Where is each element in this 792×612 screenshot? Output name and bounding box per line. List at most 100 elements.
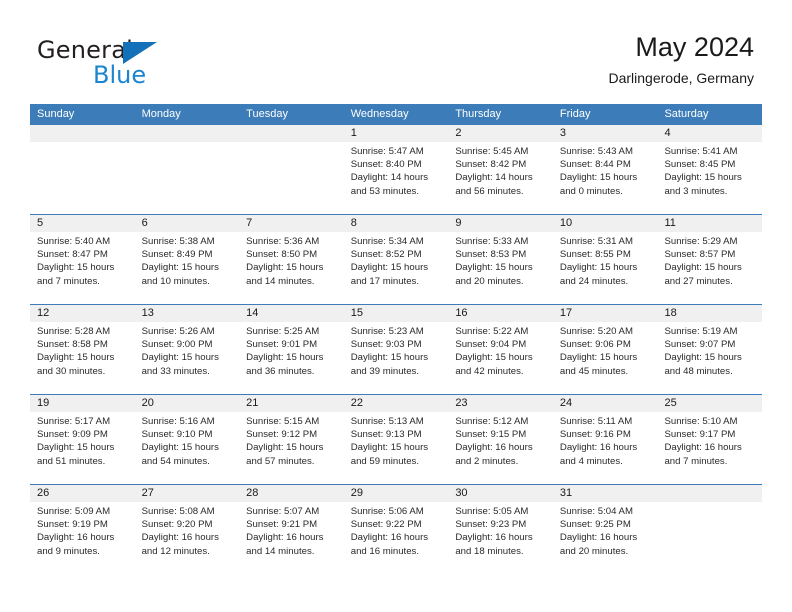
sunset-text: Sunset: 9:16 PM: [559, 429, 631, 441]
day-number[interactable]: 3: [553, 125, 658, 142]
day-cell[interactable]: Sunrise: 5:34 AM Sunset: 8:52 PM Daylight:…: [344, 232, 449, 304]
sunrise-text: Sunrise: 5:15 AM: [246, 416, 320, 427]
day-number[interactable]: 5: [30, 215, 135, 232]
day-number[interactable]: 25: [657, 395, 762, 412]
day-cell[interactable]: Sunrise: 5:41 AM Sunset: 8:45 PM Daylight:…: [657, 142, 762, 214]
day-cell[interactable]: Sunrise: 5:26 AM Sunset: 9:00 PM Daylight:…: [135, 322, 240, 394]
day-number[interactable]: 2: [448, 125, 553, 142]
sunrise-text: Sunrise: 5:17 AM: [37, 416, 111, 427]
day-number-empty: [239, 125, 344, 142]
day-number[interactable]: 13: [135, 305, 240, 322]
daylight-text: Daylight: 15 hours: [141, 442, 219, 454]
day-number[interactable]: 9: [448, 215, 553, 232]
day-cell[interactable]: Sunrise: 5:05 AM Sunset: 9:23 PM Daylight:…: [448, 502, 553, 574]
sunset-text: Sunset: 9:06 PM: [559, 339, 631, 351]
daylight-text: Daylight: 15 hours: [246, 352, 324, 364]
daylight-text: Daylight: 14 hours: [455, 172, 533, 184]
day-number[interactable]: 30: [448, 485, 553, 502]
day-cell[interactable]: Sunrise: 5:17 AM Sunset: 9:09 PM Daylight:…: [30, 412, 135, 484]
weekday-header-friday: Friday: [559, 108, 591, 120]
day-cell[interactable]: Sunrise: 5:22 AM Sunset: 9:04 PM Daylight:…: [448, 322, 553, 394]
day-cell[interactable]: Sunrise: 5:06 AM Sunset: 9:22 PM Daylight:…: [344, 502, 449, 574]
day-cell[interactable]: Sunrise: 5:45 AM Sunset: 8:42 PM Daylight:…: [448, 142, 553, 214]
sunset-text: Sunset: 8:49 PM: [141, 249, 213, 261]
day-number[interactable]: 23: [448, 395, 553, 412]
day-cell[interactable]: Sunrise: 5:20 AM Sunset: 9:06 PM Daylight:…: [553, 322, 658, 394]
day-cell[interactable]: Sunrise: 5:15 AM Sunset: 9:12 PM Daylight:…: [239, 412, 344, 484]
day-number[interactable]: 7: [239, 215, 344, 232]
day-number[interactable]: 12: [30, 305, 135, 322]
day-number[interactable]: 24: [553, 395, 658, 412]
day-number[interactable]: 14: [239, 305, 344, 322]
day-number[interactable]: 10: [553, 215, 658, 232]
calendar-week-row: 1 2 3 4 Sunrise: 5:47 AM Sunset: 8:40 PM Dayli…: [30, 125, 762, 214]
sunset-text: Sunset: 8:40 PM: [350, 159, 422, 171]
daylight-text-cont: and 51 minutes.: [37, 455, 106, 467]
daylight-text: Daylight: 15 hours: [141, 262, 219, 274]
day-cell[interactable]: Sunrise: 5:28 AM Sunset: 8:58 PM Daylight:…: [30, 322, 135, 394]
sunset-text: Sunset: 8:47 PM: [37, 249, 108, 261]
logo-text-blue: Blue: [93, 61, 147, 89]
day-number[interactable]: 27: [135, 485, 240, 502]
day-cell[interactable]: Sunrise: 5:19 AM Sunset: 9:07 PM Daylight:…: [657, 322, 762, 394]
daylight-text: Daylight: 16 hours: [350, 532, 429, 544]
day-number[interactable]: 11: [657, 215, 762, 232]
sunset-text: Sunset: 9:01 PM: [246, 339, 318, 351]
day-number[interactable]: 8: [344, 215, 449, 232]
day-cell[interactable]: Sunrise: 5:40 AM Sunset: 8:47 PM Daylight:…: [30, 232, 135, 304]
day-cell[interactable]: Sunrise: 5:12 AM Sunset: 9:15 PM Daylight:…: [448, 412, 553, 484]
day-cell[interactable]: Sunrise: 5:23 AM Sunset: 9:03 PM Daylight:…: [344, 322, 449, 394]
day-cell[interactable]: Sunrise: 5:16 AM Sunset: 9:10 PM Daylight:…: [135, 412, 240, 484]
day-cell[interactable]: Sunrise: 5:10 AM Sunset: 9:17 PM Daylight:…: [657, 412, 762, 484]
calendar-week-row: 19 20 21 22 23 24 25 Sunrise: 5:17 AM Sunset: 9:…: [30, 394, 762, 484]
sunset-text: Sunset: 8:44 PM: [559, 159, 631, 171]
day-cell[interactable]: Sunrise: 5:09 AM Sunset: 9:19 PM Daylight:…: [30, 502, 135, 574]
daylight-text-cont: and 20 minutes.: [455, 275, 524, 287]
calendar-weeks: 1 2 3 4 Sunrise: 5:47 AM Sunset: 8:40 PM Dayli…: [30, 125, 762, 574]
daylight-text-cont: and 30 minutes.: [37, 365, 106, 377]
day-number[interactable]: 22: [344, 395, 449, 412]
daylight-text-cont: and 16 minutes.: [350, 545, 420, 557]
day-cell[interactable]: Sunrise: 5:38 AM Sunset: 8:49 PM Daylight:…: [135, 232, 240, 304]
day-number[interactable]: 26: [30, 485, 135, 502]
day-cell[interactable]: Sunrise: 5:11 AM Sunset: 9:16 PM Daylight:…: [553, 412, 658, 484]
day-number[interactable]: 31: [553, 485, 658, 502]
day-number[interactable]: 16: [448, 305, 553, 322]
daylight-text-cont: and 14 minutes.: [246, 275, 315, 287]
day-number[interactable]: 4: [657, 125, 762, 142]
day-cell[interactable]: Sunrise: 5:36 AM Sunset: 8:50 PM Daylight:…: [239, 232, 344, 304]
day-number[interactable]: 20: [135, 395, 240, 412]
general-blue-logo[interactable]: General Blue: [37, 36, 217, 89]
sunrise-text: Sunrise: 5:23 AM: [350, 326, 424, 337]
day-cell[interactable]: Sunrise: 5:43 AM Sunset: 8:44 PM Daylight:…: [553, 142, 658, 214]
day-number-band: 26 27 28 29 30 31: [30, 485, 762, 502]
sunrise-text: Sunrise: 5:22 AM: [455, 326, 529, 337]
day-number[interactable]: 18: [657, 305, 762, 322]
day-number[interactable]: 1: [344, 125, 449, 142]
day-cell[interactable]: Sunrise: 5:07 AM Sunset: 9:21 PM Daylight:…: [239, 502, 344, 574]
day-number[interactable]: 17: [553, 305, 658, 322]
day-cell[interactable]: Sunrise: 5:25 AM Sunset: 9:01 PM Daylight:…: [239, 322, 344, 394]
weekday-header-saturday: Saturday: [664, 108, 709, 120]
day-number[interactable]: 6: [135, 215, 240, 232]
sunrise-text: Sunrise: 5:36 AM: [246, 236, 320, 247]
day-cell[interactable]: Sunrise: 5:31 AM Sunset: 8:55 PM Daylight:…: [553, 232, 658, 304]
day-number[interactable]: 15: [344, 305, 449, 322]
day-number[interactable]: 29: [344, 485, 449, 502]
daylight-text: Daylight: 15 hours: [37, 352, 115, 364]
day-cell[interactable]: Sunrise: 5:04 AM Sunset: 9:25 PM Daylight:…: [553, 502, 658, 574]
day-cell[interactable]: Sunrise: 5:13 AM Sunset: 9:13 PM Daylight:…: [344, 412, 449, 484]
daylight-text-cont: and 27 minutes.: [664, 275, 733, 287]
sunrise-text: Sunrise: 5:47 AM: [350, 146, 424, 157]
day-number[interactable]: 19: [30, 395, 135, 412]
day-number[interactable]: 28: [239, 485, 344, 502]
daylight-text-cont: and 12 minutes.: [141, 545, 210, 557]
day-cell[interactable]: Sunrise: 5:08 AM Sunset: 9:20 PM Daylight:…: [135, 502, 240, 574]
sunset-text: Sunset: 9:23 PM: [455, 519, 527, 531]
day-cell-empty: [135, 142, 240, 214]
day-cell[interactable]: Sunrise: 5:47 AM Sunset: 8:40 PM Daylight:…: [344, 142, 449, 214]
day-cell[interactable]: Sunrise: 5:29 AM Sunset: 8:57 PM Daylight:…: [657, 232, 762, 304]
day-number[interactable]: 21: [239, 395, 344, 412]
day-cell[interactable]: Sunrise: 5:33 AM Sunset: 8:53 PM Daylight:…: [448, 232, 553, 304]
daylight-text: Daylight: 16 hours: [559, 532, 638, 544]
